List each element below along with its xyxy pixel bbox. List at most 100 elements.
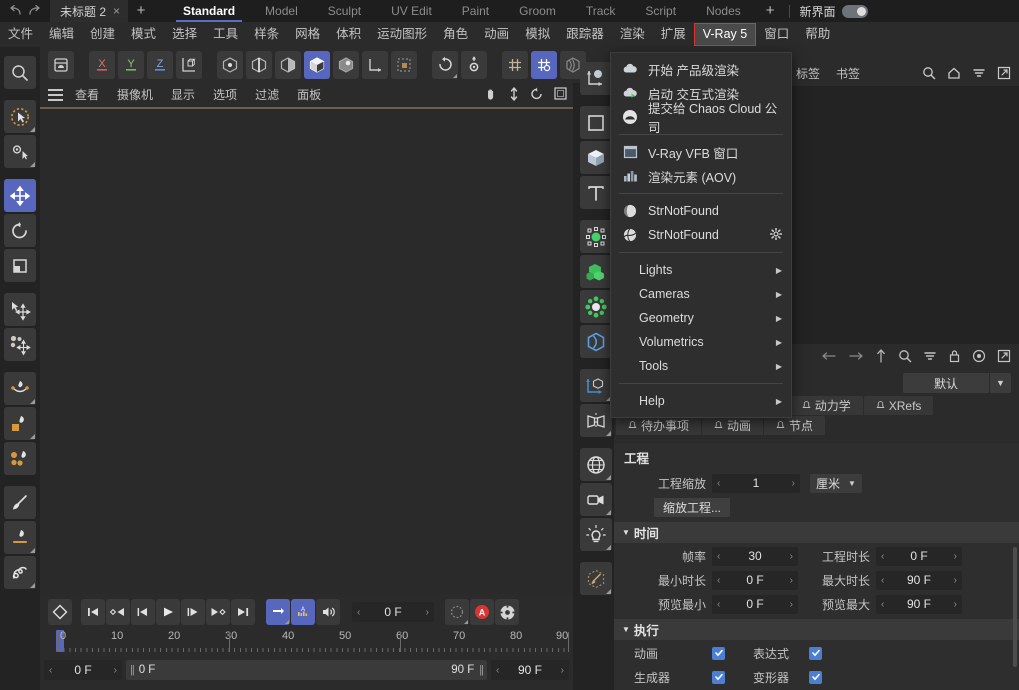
menu-animate[interactable]: 动画: [476, 22, 517, 47]
preview-min-input[interactable]: ‹ 0 F ›: [712, 594, 798, 614]
current-frame-input[interactable]: ‹ 0 F ›: [352, 602, 434, 622]
range-slider[interactable]: || 0 F 90 F ||: [126, 660, 487, 680]
layout-tab-script[interactable]: Script: [630, 0, 691, 22]
increment-icon[interactable]: ›: [954, 575, 957, 586]
increment-icon[interactable]: ›: [426, 607, 429, 618]
menu-item-render-elements-aov[interactable]: 渲染元素 (AOV): [611, 164, 791, 188]
menu-mograph[interactable]: 运动图形: [369, 22, 435, 47]
home-icon[interactable]: [947, 66, 961, 83]
point-move-tool[interactable]: [4, 293, 36, 326]
new-ui-toggle[interactable]: [841, 4, 868, 18]
project-scale-unit-select[interactable]: 厘米 ▼: [810, 473, 862, 493]
sound-button[interactable]: [316, 599, 340, 625]
max-time-input[interactable]: ‹ 90 F ›: [876, 570, 962, 590]
forward-arrow-icon[interactable]: [848, 350, 864, 365]
axis-z-lock[interactable]: Z: [147, 51, 173, 79]
back-arrow-icon[interactable]: [821, 350, 837, 365]
point-mode-tool[interactable]: [217, 51, 243, 79]
menu-item-tools[interactable]: Tools ▶: [611, 354, 791, 378]
menu-volume[interactable]: 体积: [328, 22, 369, 47]
previous-key-button[interactable]: [106, 599, 130, 625]
menu-select[interactable]: 选择: [164, 22, 205, 47]
animation-checkbox[interactable]: [712, 646, 725, 660]
go-to-start-button[interactable]: [81, 599, 105, 625]
range-start-input[interactable]: ‹ 0 F ›: [44, 660, 122, 680]
pan-icon[interactable]: [484, 87, 498, 104]
menu-help[interactable]: 帮助: [797, 22, 838, 47]
menu-mesh[interactable]: 网格: [287, 22, 328, 47]
range-left-handle[interactable]: ||: [130, 664, 135, 676]
subdivision-surface-tool[interactable]: [580, 220, 612, 253]
deformer-checkbox[interactable]: [809, 670, 822, 684]
environment-tool[interactable]: [580, 448, 612, 481]
world-object-axis-tool[interactable]: [176, 51, 202, 79]
light-tool[interactable]: [580, 518, 612, 551]
increment-icon[interactable]: ›: [561, 665, 564, 676]
menu-item-cameras[interactable]: Cameras ▶: [611, 282, 791, 306]
axis-y-lock[interactable]: Y: [118, 51, 144, 79]
menu-file[interactable]: 文件: [0, 22, 41, 47]
gear-icon[interactable]: [769, 227, 783, 243]
undo-view-tool[interactable]: [432, 51, 458, 79]
decrement-icon[interactable]: ‹: [49, 665, 52, 676]
lock-icon[interactable]: [948, 349, 961, 366]
search-icon[interactable]: [898, 349, 912, 366]
add-layout-button[interactable]: +: [756, 0, 785, 22]
generator-checkbox[interactable]: [712, 670, 725, 684]
paint-line-tool[interactable]: [4, 521, 36, 554]
paint-brush-tool[interactable]: [4, 486, 36, 519]
layout-tab-nodes[interactable]: Nodes: [691, 0, 756, 22]
undo-icon[interactable]: [6, 3, 24, 19]
grid-snap-tool[interactable]: [502, 51, 528, 79]
layout-tab-uv-edit[interactable]: UV Edit: [376, 0, 447, 22]
brush-multi-tool[interactable]: [4, 442, 36, 475]
previous-frame-button[interactable]: [131, 599, 155, 625]
menu-item-material-strnotfound[interactable]: StrNotFound: [611, 199, 791, 223]
project-scale-input[interactable]: ‹ 1 ›: [712, 473, 800, 493]
layout-tab-sculpt[interactable]: Sculpt: [313, 0, 376, 22]
viewport-menu-options[interactable]: 选项: [204, 83, 246, 107]
menu-item-vray-vfb-window[interactable]: V-Ray VFB 窗口: [611, 140, 791, 164]
menu-tools[interactable]: 工具: [205, 22, 246, 47]
axis-mode-tool[interactable]: [362, 51, 388, 79]
min-time-input[interactable]: ‹ 0 F ›: [712, 570, 798, 590]
menu-item-geometry[interactable]: Geometry ▶: [611, 306, 791, 330]
maximize-icon[interactable]: [554, 87, 567, 103]
null-object-tool[interactable]: [580, 62, 612, 95]
polygon-mode-tool[interactable]: [275, 51, 301, 79]
increment-icon[interactable]: ›: [954, 599, 957, 610]
pen-spline-tool[interactable]: [580, 562, 612, 595]
filter-icon[interactable]: [972, 67, 986, 82]
layout-tab-track[interactable]: Track: [571, 0, 631, 22]
next-frame-button[interactable]: [181, 599, 205, 625]
layout-tab-standard[interactable]: Standard: [168, 0, 250, 22]
bend-deformer-tool[interactable]: [580, 325, 612, 358]
symmetry-tool[interactable]: [580, 404, 612, 437]
layout-tab-paint[interactable]: Paint: [447, 0, 504, 22]
menu-item-help[interactable]: Help ▶: [611, 389, 791, 413]
live-selection-tool[interactable]: [4, 100, 36, 133]
edge-mode-tool[interactable]: [246, 51, 272, 79]
array-tool[interactable]: [580, 255, 612, 288]
viewport-menu-camera[interactable]: 摄像机: [108, 83, 162, 107]
spline-tool[interactable]: [580, 369, 612, 402]
menu-vray5[interactable]: V-Ray 5: [693, 23, 757, 46]
play-button[interactable]: [156, 599, 180, 625]
tab-xrefs[interactable]: XRefs: [863, 396, 934, 415]
brush-square-tool[interactable]: [4, 407, 36, 440]
snap-enable-tool[interactable]: [531, 51, 557, 79]
popout-icon[interactable]: [997, 349, 1011, 366]
keyframe-selection-button[interactable]: [445, 599, 469, 625]
chevron-down-icon[interactable]: ▼: [989, 373, 1011, 393]
document-tab[interactable]: 未标题 2 ×: [50, 0, 129, 22]
project-length-input[interactable]: ‹ 0 F ›: [876, 546, 962, 566]
target-icon[interactable]: [972, 349, 986, 366]
timeline-ruler[interactable]: 0 10 20 30 40 50 60 70 80 90: [44, 630, 569, 660]
popout-icon[interactable]: [997, 66, 1011, 83]
mograph-tool[interactable]: [580, 290, 612, 323]
viewport-menu-view[interactable]: 查看: [66, 83, 108, 107]
axis-x-lock[interactable]: X: [89, 51, 115, 79]
menu-item-volumetrics[interactable]: Volumetrics ▶: [611, 330, 791, 354]
increment-icon[interactable]: ›: [792, 478, 795, 489]
menu-item-submit-chaos-cloud[interactable]: 提交给 Chaos Cloud 公司: [611, 102, 791, 135]
